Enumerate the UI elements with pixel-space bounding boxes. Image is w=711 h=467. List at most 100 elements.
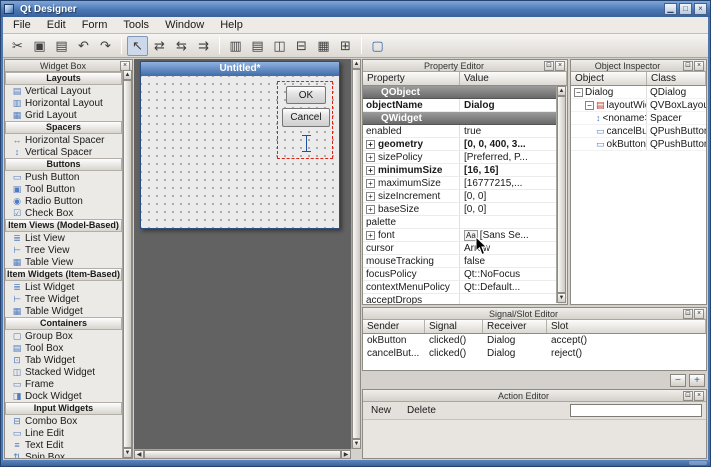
property-value[interactable]: Qt::NoFocus	[460, 268, 558, 280]
layout-splitter-vertical-icon[interactable]: ⊟	[291, 36, 312, 56]
connection-row[interactable]: okButtonclicked()Dialogaccept()	[363, 334, 706, 347]
menu-file[interactable]: File	[5, 18, 39, 33]
property-editor-scrollbar[interactable]: ▲ ▼	[556, 86, 566, 303]
property-value[interactable]: [16, 16]	[460, 164, 558, 176]
widget-horizontal-spacer[interactable]: ↔Horizontal Spacer	[5, 134, 122, 146]
action-delete-button[interactable]: Delete	[403, 404, 440, 417]
expand-icon[interactable]: +	[366, 231, 375, 240]
adjust-size-icon[interactable]: ▢	[367, 36, 388, 56]
form-body[interactable]: OK Cancel	[141, 76, 339, 228]
expand-icon[interactable]: +	[366, 140, 375, 149]
property-value[interactable]	[460, 294, 558, 304]
scroll-up-icon[interactable]: ▲	[352, 59, 361, 69]
property-value[interactable]: [0, 0]	[460, 190, 558, 202]
action-editor-float-icon[interactable]: ⊡	[683, 391, 693, 401]
property-row-contextmenupolicy[interactable]: contextMenuPolicyQt::Default...	[363, 281, 558, 294]
widget-stacked-widget[interactable]: ◫Stacked Widget	[5, 366, 122, 378]
widget-text-edit[interactable]: ≡Text Edit	[5, 439, 122, 451]
add-connection-button[interactable]: +	[689, 374, 705, 387]
signal-slot-float-icon[interactable]: ⊡	[683, 309, 693, 319]
column-receiver[interactable]: Receiver	[483, 320, 547, 333]
property-row-basesize[interactable]: +baseSize[0, 0]	[363, 203, 558, 216]
menu-window[interactable]: Window	[157, 18, 212, 33]
property-value[interactable]: Arrow	[460, 242, 558, 254]
expand-icon[interactable]: +	[366, 205, 375, 214]
column-sender[interactable]: Sender	[363, 320, 425, 333]
expand-icon[interactable]: +	[366, 192, 375, 201]
category-containers[interactable]: Containers	[5, 317, 122, 330]
form-title-bar[interactable]: Untitled*	[141, 62, 339, 76]
expand-icon[interactable]: +	[366, 179, 375, 188]
layout-grid-icon[interactable]: ▦	[313, 36, 334, 56]
copy-icon[interactable]: ▣	[29, 36, 50, 56]
property-row-enabled[interactable]: enabledtrue	[363, 125, 558, 138]
object-row-dialog[interactable]: −DialogQDialog	[571, 86, 706, 99]
edit-signals-icon[interactable]: ⇄	[149, 36, 170, 56]
property-row-minimumsize[interactable]: +minimumSize[16, 16]	[363, 164, 558, 177]
menu-edit[interactable]: Edit	[39, 18, 74, 33]
widget-tab-widget[interactable]: ⊡Tab Widget	[5, 354, 122, 366]
layout-vertical-icon[interactable]: ▤	[247, 36, 268, 56]
property-editor-close-icon[interactable]: ×	[555, 61, 565, 71]
vertical-spacer-indicator[interactable]	[302, 135, 311, 152]
edit-widgets-icon[interactable]: ↖	[127, 36, 148, 56]
widget-list-widget[interactable]: ≣List Widget	[5, 281, 122, 293]
layout-form-icon[interactable]: ⊞	[335, 36, 356, 56]
object-inspector-float-icon[interactable]: ⊡	[683, 61, 693, 71]
category-layouts[interactable]: Layouts	[5, 72, 122, 85]
collapse-icon[interactable]: −	[585, 101, 594, 110]
widget-box-close-icon[interactable]: ×	[120, 61, 130, 71]
property-row-font[interactable]: +fontAa[Sans Se...	[363, 229, 558, 242]
widget-radio-button[interactable]: ◉Radio Button	[5, 195, 122, 207]
property-value[interactable]: false	[460, 255, 558, 267]
object-inspector-header[interactable]: Object Inspector ⊡ ×	[571, 60, 706, 72]
menu-tools[interactable]: Tools	[115, 18, 157, 33]
widget-vertical-spacer[interactable]: ↕Vertical Spacer	[5, 146, 122, 158]
action-list[interactable]	[363, 420, 706, 458]
action-editor-close-icon[interactable]: ×	[694, 391, 704, 401]
category-input-widgets[interactable]: Input Widgets	[5, 402, 122, 415]
widget-vertical-layout[interactable]: ▤Vertical Layout	[5, 85, 122, 97]
category-buttons[interactable]: Buttons	[5, 158, 122, 171]
action-filter-input[interactable]	[570, 404, 702, 417]
property-row-sizepolicy[interactable]: +sizePolicy[Preferred, P...	[363, 151, 558, 164]
title-bar[interactable]: Qt Designer ▁□×	[1, 1, 710, 17]
signal-slot-editor-header[interactable]: Signal/Slot Editor ⊡ ×	[363, 308, 706, 320]
ok-button[interactable]: OK	[286, 86, 326, 104]
canvas-horizontal-scrollbar[interactable]: ◀ ▶	[134, 449, 351, 459]
edit-buddies-icon[interactable]: ⇆	[171, 36, 192, 56]
category-spacers[interactable]: Spacers	[5, 121, 122, 134]
cancel-button[interactable]: Cancel	[282, 108, 330, 127]
object-row-noname[interactable]: ↕<noname>Spacer	[571, 112, 706, 125]
widget-table-widget[interactable]: ▦Table Widget	[5, 305, 122, 317]
column-object[interactable]: Object	[571, 72, 647, 85]
remove-connection-button[interactable]: −	[670, 374, 686, 387]
scrollbar-thumb[interactable]	[123, 80, 132, 448]
property-row-sizeincrement[interactable]: +sizeIncrement[0, 0]	[363, 190, 558, 203]
menu-help[interactable]: Help	[212, 18, 251, 33]
maximize-button[interactable]: □	[679, 3, 692, 15]
scrollbar-thumb[interactable]	[144, 450, 341, 459]
widget-dock-widget[interactable]: ◨Dock Widget	[5, 390, 122, 402]
property-row-objectname[interactable]: objectNameDialog	[363, 99, 558, 112]
property-group-qwidget[interactable]: QWidget	[363, 112, 558, 125]
widget-list-view[interactable]: ≣List View	[5, 232, 122, 244]
expand-icon[interactable]: +	[366, 166, 375, 175]
form-window[interactable]: Untitled* OK Cancel	[140, 61, 340, 229]
widget-box-header[interactable]: Widget Box ×	[5, 60, 132, 72]
paste-icon[interactable]: ▤	[51, 36, 72, 56]
property-row-focuspolicy[interactable]: focusPolicyQt::NoFocus	[363, 268, 558, 281]
object-inspector-columns[interactable]: Object Class	[571, 72, 706, 86]
scrollbar-thumb[interactable]	[352, 69, 361, 439]
widget-tree-widget[interactable]: ⊢Tree Widget	[5, 293, 122, 305]
property-row-maximumsize[interactable]: +maximumSize[16777215,...	[363, 177, 558, 190]
scroll-right-icon[interactable]: ▶	[341, 450, 351, 459]
signal-slot-columns[interactable]: Sender Signal Receiver Slot	[363, 320, 706, 334]
widget-frame[interactable]: ▭Frame	[5, 378, 122, 390]
property-value[interactable]: Qt::Default...	[460, 281, 558, 293]
property-row-cursor[interactable]: cursorArrow	[363, 242, 558, 255]
signal-slot-close-icon[interactable]: ×	[694, 309, 704, 319]
property-value[interactable]: [Preferred, P...	[460, 151, 558, 163]
widget-box-scrollbar[interactable]: ▲ ▼	[122, 70, 132, 458]
category-item-views-model-based[interactable]: Item Views (Model-Based)	[5, 219, 122, 232]
